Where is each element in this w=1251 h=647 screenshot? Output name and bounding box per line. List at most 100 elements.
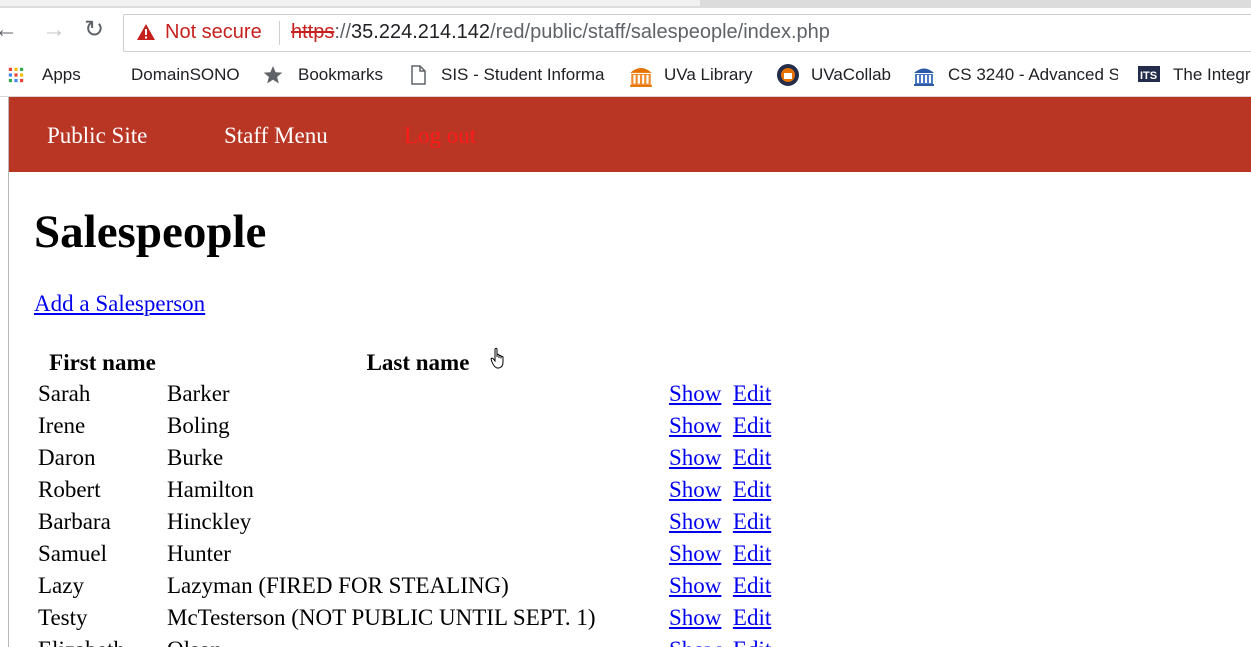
its-icon: ITS: [1138, 66, 1160, 82]
cell-first-name: Samuel: [38, 541, 107, 566]
edit-link[interactable]: Edit: [733, 381, 771, 406]
header-first-name: First name: [49, 350, 156, 375]
header-actions: [669, 348, 781, 378]
cell-last-name: Hamilton: [167, 477, 254, 502]
bookmark-label: CS 3240 - Advanced S: [948, 65, 1118, 84]
bookmark-label: Apps: [42, 65, 81, 84]
add-salesperson-link[interactable]: Add a Salesperson: [34, 291, 205, 317]
page-icon: [411, 65, 426, 85]
cell-last-name: Hinckley: [167, 509, 252, 534]
nav-log-out-link[interactable]: Log out: [404, 123, 476, 149]
bookmark-label: UVa Library: [664, 65, 753, 84]
forward-arrow-icon[interactable]: →: [42, 18, 66, 42]
bookmark-label: UVaCollab: [811, 65, 892, 84]
cell-last-name: McTesterson (NOT PUBLIC UNTIL SEPT. 1): [167, 605, 596, 630]
browser-toolbar: ← → ↻ Not secure https://35.224.214.142/…: [0, 8, 1251, 56]
bookmark-uva-library[interactable]: UVa Library: [628, 63, 753, 87]
show-link[interactable]: Show: [669, 381, 721, 406]
table-row: ElizabethOlsonShow Edit: [36, 634, 781, 647]
active-tab[interactable]: [0, 0, 700, 6]
bookmark-label: The Integr: [1173, 65, 1251, 84]
page-title: Salespeople: [34, 206, 267, 258]
table-row: Irene Boling Show Edit: [36, 410, 781, 442]
table-row: Samuel Hunter Show Edit: [36, 538, 781, 570]
edit-link[interactable]: Edit: [733, 573, 771, 598]
edit-link[interactable]: Edit: [733, 637, 771, 647]
cell-last-name: Lazyman (FIRED FOR STEALING): [167, 573, 509, 598]
url-text[interactable]: https://35.224.214.142/red/public/staff/…: [291, 21, 830, 44]
edit-link[interactable]: Edit: [733, 541, 771, 566]
warning-triangle-icon: [137, 24, 155, 40]
bookmark-label: DomainSONO: [131, 65, 240, 84]
nav-staff-menu-link[interactable]: Staff Menu: [224, 123, 328, 149]
cell-actions: Show Edit: [669, 442, 781, 474]
edit-link[interactable]: Edit: [733, 413, 771, 438]
cell-first-name: Sarah: [38, 381, 91, 406]
table-row: Sarah Barker Show Edit: [36, 378, 781, 410]
svg-text:ITS: ITS: [1140, 70, 1157, 82]
show-link[interactable]: Show: [669, 413, 721, 438]
back-arrow-icon[interactable]: ←: [0, 18, 18, 42]
show-link[interactable]: Show: [669, 509, 721, 534]
table-row: Robert Hamilton Show Edit: [36, 474, 781, 506]
collab-icon: [777, 64, 799, 86]
bookmark-the-integr[interactable]: ITS The Integr: [1137, 63, 1251, 87]
cell-first-name: Barbara: [38, 509, 111, 534]
table-header-row: First name Last name: [36, 348, 781, 378]
cell-actions: Show Edit: [669, 634, 781, 647]
show-link[interactable]: Show: [669, 573, 721, 598]
cell-last-name: Burke: [167, 445, 224, 470]
show-link[interactable]: Show: [669, 477, 721, 502]
library-icon: [630, 67, 652, 87]
cell-first-name: Irene: [38, 413, 86, 438]
page-viewport: Public Site Staff Menu Log out Salespeop…: [8, 97, 1251, 647]
cell-first-name: Daron: [38, 445, 96, 470]
cell-actions: Show Edit: [669, 474, 781, 506]
apps-grid-icon: [8, 67, 24, 83]
reload-icon[interactable]: ↻: [84, 18, 104, 42]
bookmark-uvacollab[interactable]: UVaCollab: [776, 63, 891, 87]
edit-link[interactable]: Edit: [733, 445, 771, 470]
show-link[interactable]: Show: [669, 637, 721, 647]
bookmarks-bar: Apps DomainSONO Bookmarks SIS - Student …: [0, 56, 1251, 97]
show-link[interactable]: Show: [669, 605, 721, 630]
bookmark-apps[interactable]: Apps: [8, 63, 81, 87]
bookmark-domainsono[interactable]: DomainSONO: [131, 63, 240, 87]
bookmark-label: Bookmarks: [298, 65, 384, 84]
cell-actions: Show Edit: [669, 538, 781, 570]
nav-public-site-link[interactable]: Public Site: [47, 123, 147, 149]
show-link[interactable]: Show: [669, 541, 721, 566]
cell-actions: Show Edit: [669, 570, 781, 602]
cell-actions: Show Edit: [669, 602, 781, 634]
url-scheme: https: [291, 21, 335, 43]
rotunda-icon: [914, 68, 934, 86]
cell-actions: Show Edit: [669, 506, 781, 538]
edit-link[interactable]: Edit: [733, 477, 771, 502]
url-host: 35.224.214.142: [351, 21, 491, 43]
edit-link[interactable]: Edit: [733, 605, 771, 630]
tab-strip: [0, 0, 1251, 8]
table-row: Testy McTesterson (NOT PUBLIC UNTIL SEPT.…: [36, 602, 781, 634]
bookmark-sis[interactable]: SIS - Student Informa: [408, 63, 612, 87]
hand-cursor-icon: [490, 347, 504, 369]
cell-actions: Show Edit: [669, 410, 781, 442]
not-secure-label[interactable]: Not secure: [165, 21, 262, 44]
cell-last-name: Barker: [167, 381, 230, 406]
table-row: Lazy Lazyman (FIRED FOR STEALING) Show Edi…: [36, 570, 781, 602]
cell-first-name: Robert: [38, 477, 101, 502]
cell-last-name: Olson: [167, 634, 669, 647]
cell-last-name: Boling: [167, 413, 230, 438]
cell-first-name: Elizabeth: [36, 634, 167, 647]
table-row: Daron Burke Show Edit: [36, 442, 781, 474]
url-path: /red/public/staff/salespeople/index.php: [490, 21, 830, 43]
table-row: Barbara Hinckley Show Edit: [36, 506, 781, 538]
cell-first-name: Lazy: [38, 573, 84, 598]
edit-link[interactable]: Edit: [733, 509, 771, 534]
show-link[interactable]: Show: [669, 445, 721, 470]
address-bar[interactable]: Not secure https://35.224.214.142/red/pu…: [123, 14, 1251, 52]
omnibox-divider: [279, 21, 280, 45]
bookmark-cs3240[interactable]: CS 3240 - Advanced S: [912, 63, 1118, 87]
site-navigation: Public Site Staff Menu Log out: [9, 97, 1251, 172]
bookmark-folder-bookmarks[interactable]: Bookmarks: [263, 63, 383, 87]
bookmark-label: SIS - Student Informa: [441, 65, 605, 84]
